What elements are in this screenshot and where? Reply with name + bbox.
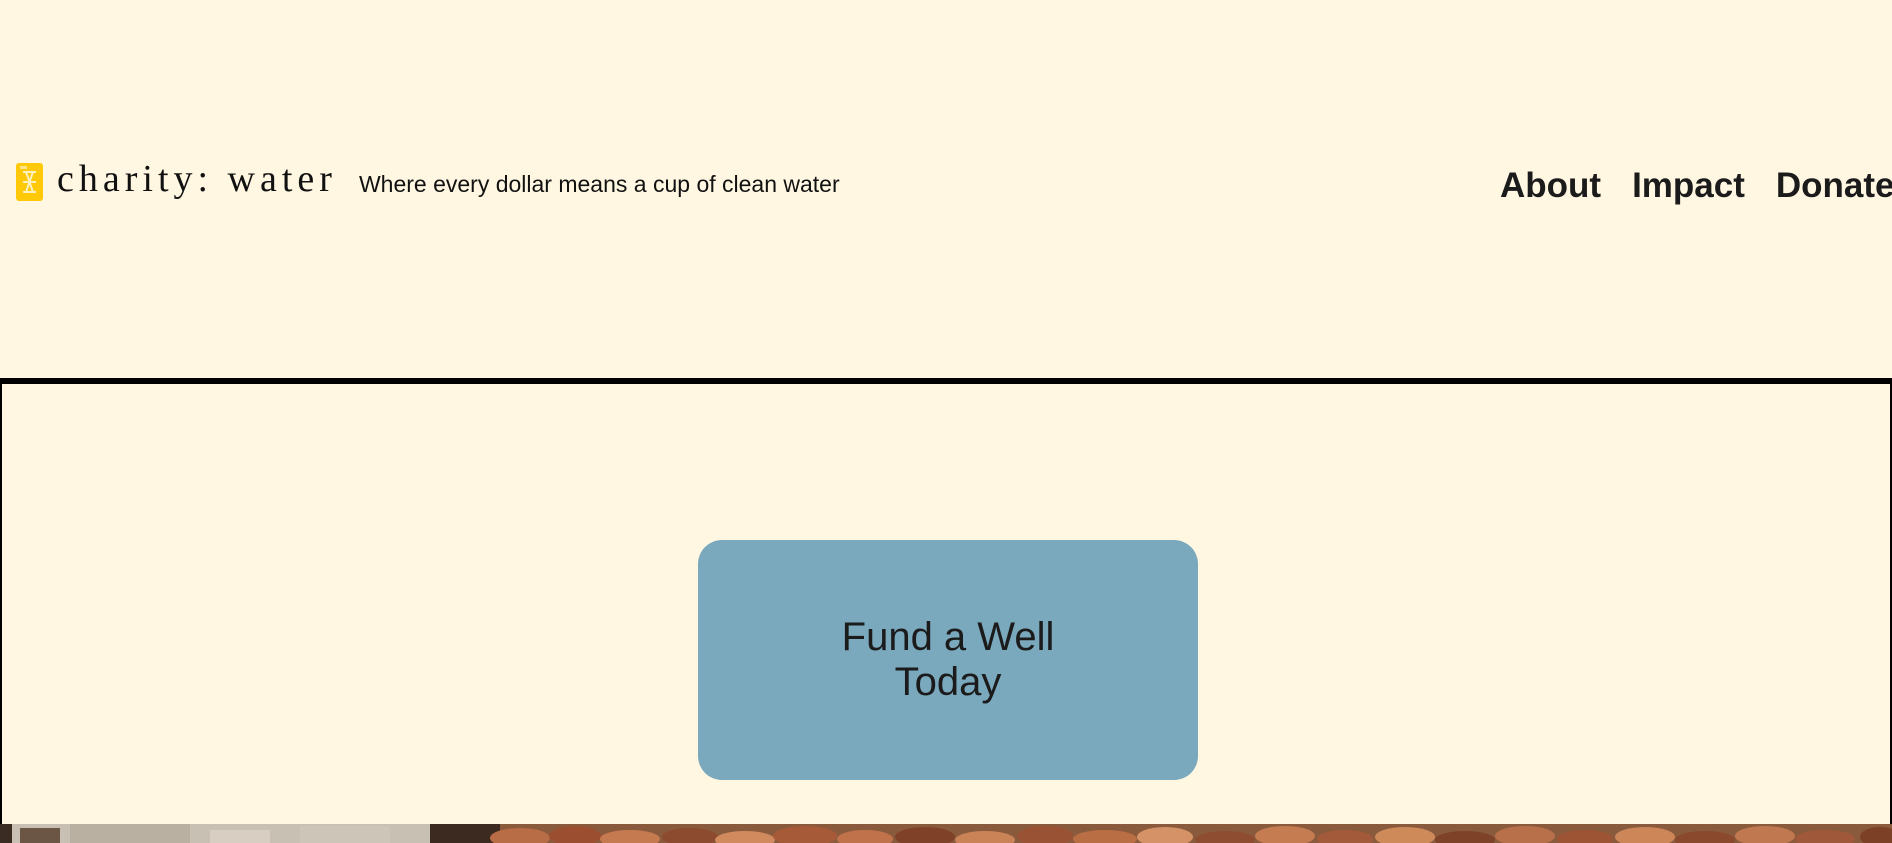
nav-link-impact[interactable]: Impact bbox=[1632, 163, 1745, 209]
nav-link-donate[interactable]: Donate bbox=[1776, 163, 1892, 209]
page: charity: water Where every dollar means … bbox=[0, 0, 1892, 843]
nav-link-about[interactable]: About bbox=[1500, 163, 1601, 209]
site-header: charity: water Where every dollar means … bbox=[0, 0, 1892, 378]
main-nav: About Impact Donate bbox=[1500, 163, 1892, 209]
hero-section: Fund a Well Today bbox=[0, 378, 1892, 824]
brand[interactable]: charity: water Where every dollar means … bbox=[16, 160, 840, 204]
rocky-ground-image bbox=[0, 824, 1892, 843]
fund-a-well-button[interactable]: Fund a Well Today bbox=[698, 540, 1198, 780]
logo-wordmark[interactable]: charity: water bbox=[57, 160, 337, 198]
tagline: Where every dollar means a cup of clean … bbox=[358, 170, 840, 197]
jerry-can-icon bbox=[16, 163, 43, 201]
ground-image-art bbox=[0, 824, 1892, 843]
